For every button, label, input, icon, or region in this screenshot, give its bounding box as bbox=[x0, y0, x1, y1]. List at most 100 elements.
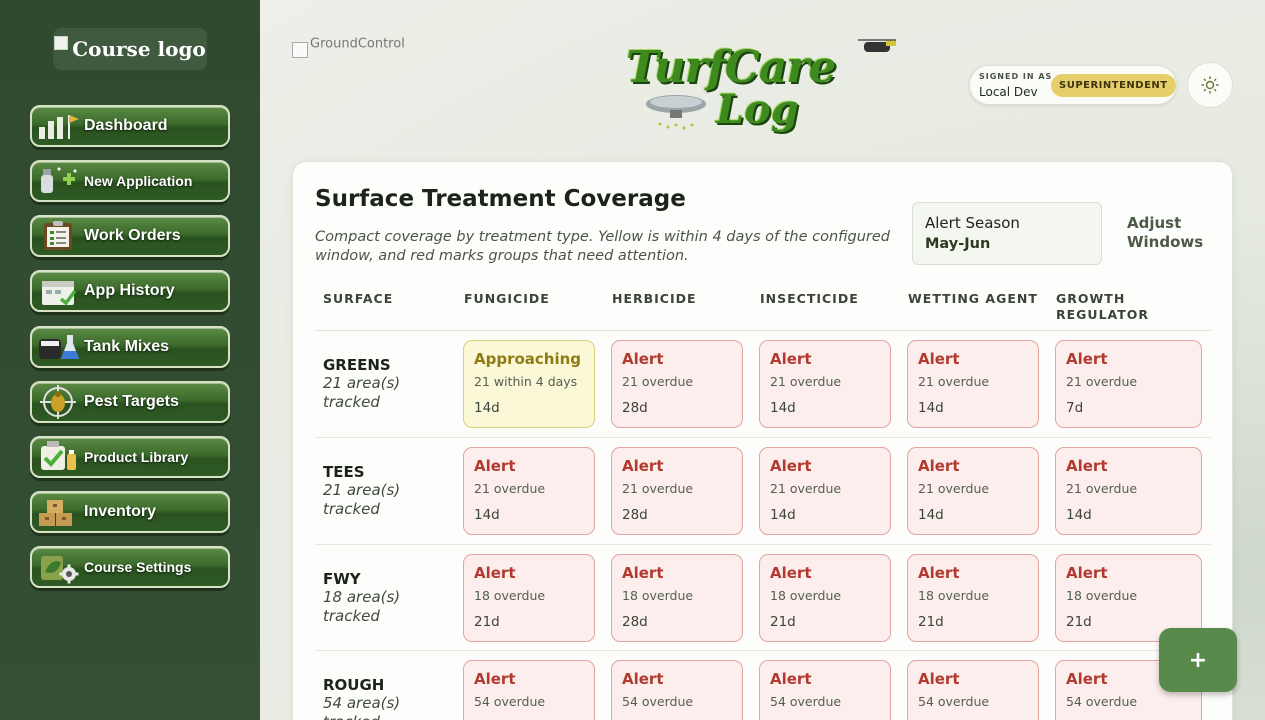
coverage-cell[interactable]: Alert 21 overdue 14d bbox=[1055, 447, 1202, 535]
sidebar-item-label: App History bbox=[84, 282, 175, 299]
surface-area-count: 54 area(s) tracked bbox=[323, 694, 401, 720]
coverage-cell[interactable]: Alert 54 overdue bbox=[463, 660, 595, 720]
coverage-cell[interactable]: Alert 21 overdue 7d bbox=[1055, 340, 1202, 428]
column-header-growth-regulator: GROWTH REGULATOR bbox=[1056, 291, 1150, 322]
coverage-cell[interactable]: Approaching 21 within 4 days 14d bbox=[463, 340, 595, 428]
turfcare-log-logo: TurfCare Log bbox=[620, 36, 900, 136]
sidebar-item-tank-mixes[interactable]: Tank Mixes bbox=[30, 326, 230, 368]
coverage-status: Alert bbox=[918, 564, 960, 582]
sidebar-item-label: Work Orders bbox=[84, 227, 181, 244]
add-button[interactable]: + bbox=[1159, 628, 1237, 692]
calendar-check-icon bbox=[32, 272, 84, 310]
coverage-status: Alert bbox=[918, 670, 960, 688]
coverage-window: 28d bbox=[622, 507, 648, 523]
coverage-cell[interactable]: Alert 18 overdue 28d bbox=[611, 554, 743, 642]
page-title: Surface Treatment Coverage bbox=[315, 186, 686, 212]
coverage-status: Alert bbox=[622, 350, 664, 368]
alert-season-value: May-Jun bbox=[925, 236, 991, 252]
sidebar-item-dashboard[interactable]: Dashboard bbox=[30, 105, 230, 147]
user-name: Local Dev bbox=[979, 85, 1038, 99]
coverage-detail: 21 overdue bbox=[1066, 374, 1138, 389]
coverage-cell[interactable]: Alert 54 overdue bbox=[907, 660, 1039, 720]
sidebar-item-product-library[interactable]: Product Library bbox=[30, 436, 230, 478]
coverage-cell[interactable]: Alert 21 overdue 14d bbox=[759, 340, 891, 428]
coverage-cell[interactable]: Alert 18 overdue 21d bbox=[759, 554, 891, 642]
coverage-cell[interactable]: Alert 21 overdue 28d bbox=[611, 340, 743, 428]
coverage-detail: 21 overdue bbox=[770, 374, 842, 389]
sidebar: Course logo Dashboard New Application Wo… bbox=[0, 0, 260, 720]
sidebar-item-label: Inventory bbox=[84, 503, 157, 520]
sidebar-item-inventory[interactable]: Inventory bbox=[30, 491, 230, 533]
coverage-window: 14d bbox=[770, 400, 796, 416]
coverage-window: 21d bbox=[770, 614, 796, 630]
coverage-detail: 18 overdue bbox=[770, 588, 842, 603]
coverage-detail: 54 overdue bbox=[474, 694, 546, 709]
surface-name: ROUGH bbox=[323, 676, 385, 694]
header-divider bbox=[315, 330, 1211, 331]
signed-in-label: SIGNED IN AS bbox=[979, 72, 1053, 81]
coverage-status: Alert bbox=[770, 350, 812, 368]
coverage-status: Alert bbox=[474, 564, 516, 582]
coverage-cell[interactable]: Alert 21 overdue 14d bbox=[907, 340, 1039, 428]
gear-leaf-icon bbox=[32, 548, 84, 586]
sprayer-plus-icon bbox=[32, 162, 84, 200]
role-badge: SUPERINTENDENT bbox=[1051, 74, 1176, 97]
surface-area-count: 18 area(s) tracked bbox=[323, 588, 401, 625]
coverage-cell[interactable]: Alert 54 overdue bbox=[759, 660, 891, 720]
broken-image-icon bbox=[292, 42, 308, 58]
row-divider bbox=[315, 544, 1211, 545]
alert-season-select[interactable]: Alert Season May-Jun bbox=[912, 202, 1102, 265]
coverage-cell[interactable]: Alert 18 overdue 21d bbox=[463, 554, 595, 642]
sidebar-item-app-history[interactable]: App History bbox=[30, 270, 230, 312]
coverage-status: Alert bbox=[918, 350, 960, 368]
coverage-window: 14d bbox=[918, 400, 944, 416]
coverage-status: Alert bbox=[1066, 564, 1108, 582]
coverage-window: 14d bbox=[770, 507, 796, 523]
drone-icon bbox=[858, 39, 896, 52]
coverage-cell[interactable]: Alert 21 overdue 28d bbox=[611, 447, 743, 535]
column-header-herbicide: HERBICIDE bbox=[612, 291, 697, 306]
coverage-cell[interactable]: Alert 21 overdue 14d bbox=[463, 447, 595, 535]
coverage-detail: 54 overdue bbox=[770, 694, 842, 709]
coverage-cell[interactable]: Alert 18 overdue 21d bbox=[907, 554, 1039, 642]
coverage-cell[interactable]: Alert 21 overdue 14d bbox=[907, 447, 1039, 535]
crosshair-bug-icon bbox=[32, 383, 84, 421]
card-subtitle: Compact coverage by treatment type. Yell… bbox=[315, 229, 890, 264]
coverage-window: 14d bbox=[918, 507, 944, 523]
coverage-detail: 21 overdue bbox=[1066, 481, 1138, 496]
alert-season-label: Alert Season bbox=[925, 214, 1020, 232]
sidebar-item-course-settings[interactable]: Course Settings bbox=[30, 546, 230, 588]
sidebar-item-pest-targets[interactable]: Pest Targets bbox=[30, 381, 230, 423]
coverage-status: Alert bbox=[918, 457, 960, 475]
coverage-status: Alert bbox=[474, 670, 516, 688]
coverage-status: Alert bbox=[622, 457, 664, 475]
surface-name: FWY bbox=[323, 570, 361, 588]
coverage-detail: 18 overdue bbox=[622, 588, 694, 603]
groundcontrol-logo: GroundControl bbox=[292, 36, 405, 58]
adjust-windows-link[interactable]: Adjust Windows bbox=[1127, 214, 1207, 252]
coverage-window: 7d bbox=[1066, 400, 1084, 416]
tank-flask-icon bbox=[32, 328, 84, 366]
coverage-status: Alert bbox=[1066, 350, 1108, 368]
coverage-status: Alert bbox=[770, 564, 812, 582]
sidebar-item-work-orders[interactable]: Work Orders bbox=[30, 215, 230, 257]
coverage-window: 14d bbox=[474, 400, 500, 416]
coverage-status: Alert bbox=[770, 670, 812, 688]
sidebar-item-label: Tank Mixes bbox=[84, 338, 170, 355]
coverage-cell[interactable]: Alert 54 overdue bbox=[611, 660, 743, 720]
broken-image-icon bbox=[54, 36, 69, 50]
sidebar-item-label: New Application bbox=[84, 173, 193, 189]
coverage-detail: 21 overdue bbox=[622, 481, 694, 496]
coverage-card: Surface Treatment Coverage Compact cover… bbox=[292, 161, 1233, 720]
sidebar-item-new-application[interactable]: New Application bbox=[30, 160, 230, 202]
surface-name: GREENS bbox=[323, 356, 391, 374]
bottle-check-icon bbox=[32, 438, 84, 476]
coverage-detail: 21 overdue bbox=[622, 374, 694, 389]
surface-area-count: 21 area(s) tracked bbox=[323, 374, 401, 411]
spreader-icon bbox=[646, 95, 706, 130]
theme-toggle-button[interactable] bbox=[1187, 62, 1233, 108]
column-header-fungicide: FUNGICIDE bbox=[464, 291, 550, 306]
coverage-detail: 21 overdue bbox=[474, 481, 546, 496]
coverage-detail: 54 overdue bbox=[918, 694, 990, 709]
coverage-cell[interactable]: Alert 21 overdue 14d bbox=[759, 447, 891, 535]
